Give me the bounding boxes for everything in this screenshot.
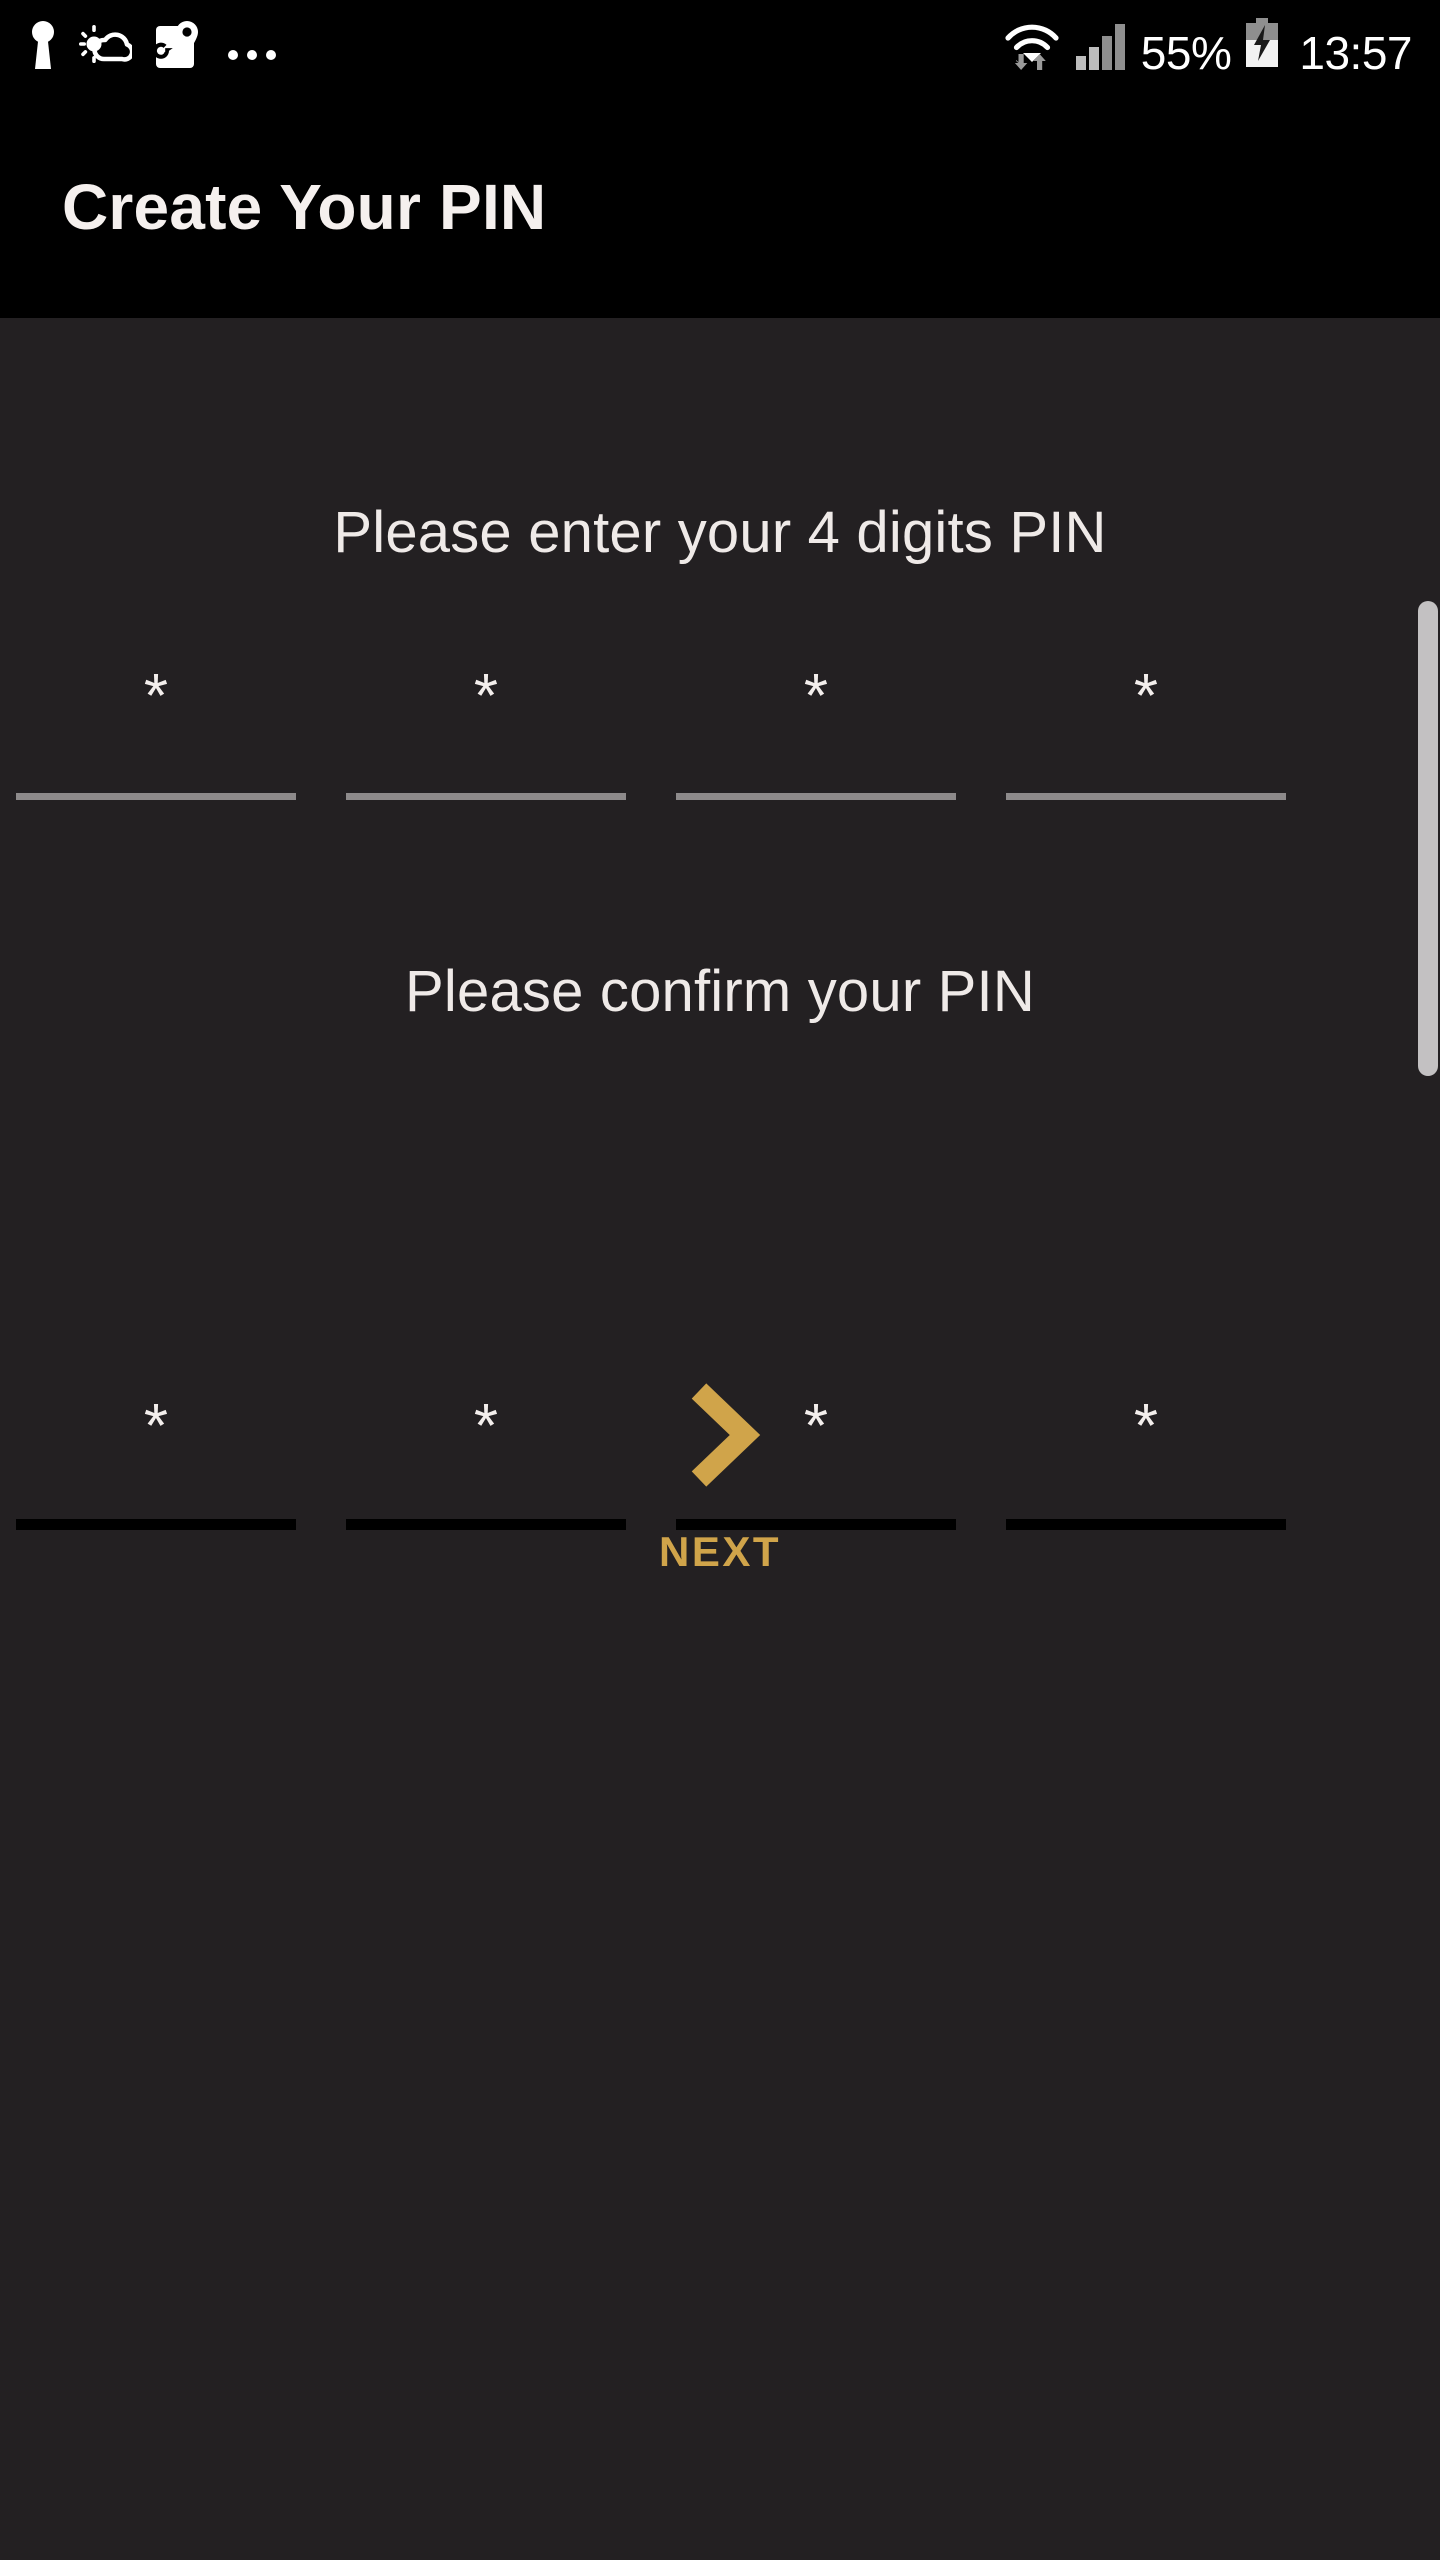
google-maps-icon [152,20,202,75]
app-title-bar: Create Your PIN [0,95,1440,318]
keyhole-icon [30,19,56,76]
pin-entry-digit-4[interactable]: * [990,648,1320,828]
status-overflow-icon [228,49,276,60]
battery-percentage-label: 55% [1140,27,1232,79]
cellular-signal-icon [1075,22,1127,77]
pin-entry-digit-1-value: * [143,662,169,731]
vertical-scrollbar-thumb[interactable] [1418,601,1438,1076]
battery-charging-icon [1245,18,1279,73]
weather-partly-cloudy-icon [78,23,135,72]
pin-entry-row: * * * * [0,648,1440,828]
enter-pin-prompt: Please enter your 4 digits PIN [333,500,1107,565]
pin-entry-digit-1-underline [16,793,296,800]
next-button[interactable]: NEXT [0,1383,1440,1576]
pin-entry-digit-2-value: * [473,662,499,731]
pin-entry-digit-4-value: * [1133,662,1159,731]
wifi-data-transfer-icon [1003,20,1061,77]
status-bar: 55% 13:57 [0,0,1440,95]
status-bar-left-icons [30,19,276,76]
status-bar-right-icons: 55% 13:57 [1003,18,1412,77]
chevron-right-icon [677,1383,763,1492]
next-button-label: NEXT [658,1528,781,1575]
confirm-pin-prompt: Please confirm your PIN [405,959,1035,1024]
clock-label: 13:57 [1299,27,1412,79]
pin-entry-digit-3-value: * [803,662,829,731]
page-title: Create Your PIN [62,170,547,243]
pin-entry-digit-1[interactable]: * [0,648,330,828]
pin-entry-digit-2[interactable]: * [330,648,660,828]
pin-entry-digit-4-underline [1006,793,1286,800]
pin-entry-digit-3[interactable]: * [660,648,990,828]
pin-entry-digit-3-underline [676,793,956,800]
main-content: Please enter your 4 digits PIN * * * * P… [0,318,1440,2560]
pin-entry-digit-2-underline [346,793,626,800]
